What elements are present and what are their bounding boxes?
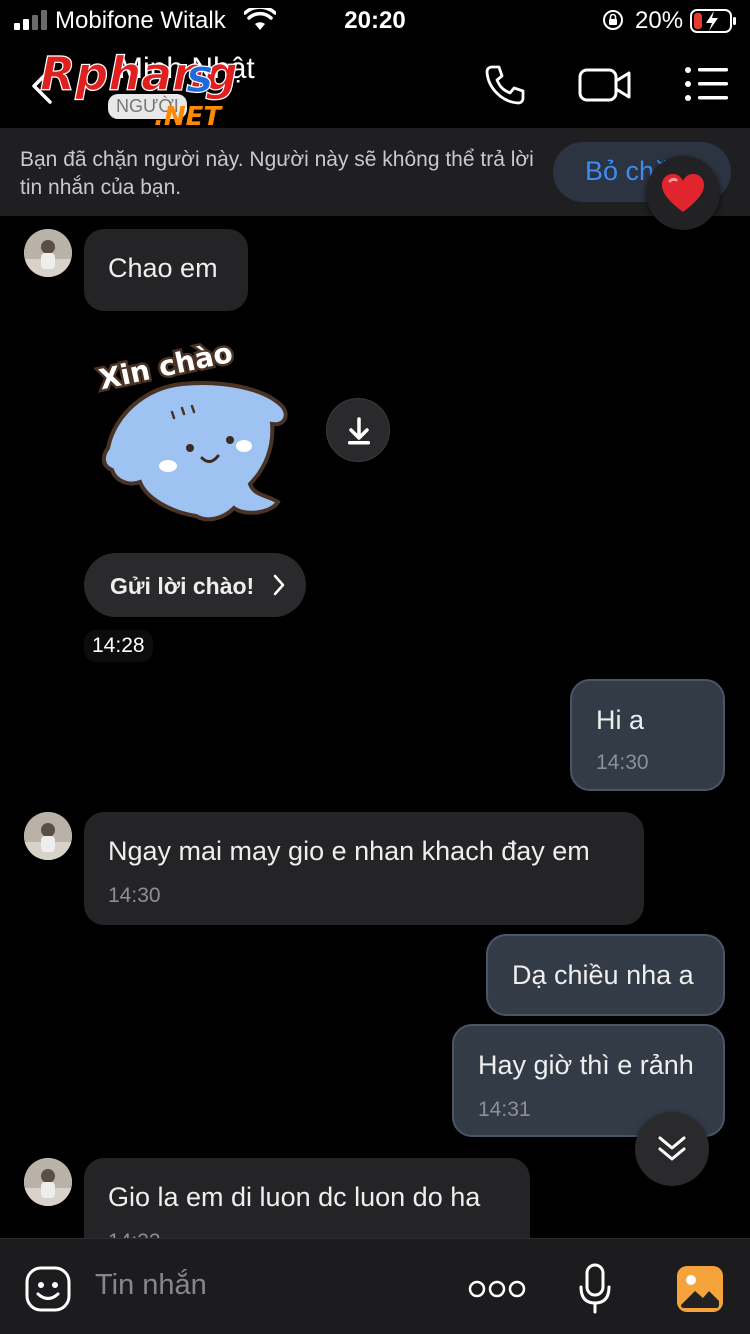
message-timestamp: 14:31 [478, 1098, 531, 1121]
video-call-icon[interactable] [578, 66, 632, 104]
more-options-icon[interactable] [468, 1279, 526, 1299]
outgoing-message[interactable]: Hi a 14:30 [570, 679, 725, 791]
greeting-label: Gửi lời chào! [110, 573, 255, 599]
message-text: Gio la em di luon dc luon do ha [108, 1182, 481, 1212]
message-text: Ngay mai may gio e nhan khach đay em [108, 836, 590, 866]
message-timestamp: 14:30 [596, 751, 649, 774]
heart-reaction-button[interactable] [646, 156, 720, 230]
battery-charging-icon [690, 9, 736, 33]
message-timestamp: 14:30 [108, 884, 161, 907]
sticker-emoji-icon[interactable] [24, 1265, 72, 1313]
message-text: Dạ chiều nha a [512, 960, 694, 990]
double-chevron-down-icon [658, 1136, 686, 1161]
status-bar: Mobifone Witalk 20:20 20% [0, 0, 750, 42]
avatar-photo [24, 1158, 72, 1206]
download-sticker-button[interactable] [326, 398, 390, 462]
incoming-message[interactable]: Ngay mai may gio e nhan khach đay em 14:… [84, 812, 644, 925]
svg-text:s: s [186, 50, 213, 103]
heart-icon [662, 174, 704, 212]
photo-gallery-icon[interactable] [676, 1265, 724, 1313]
message-time-chip: 14:28 [84, 630, 153, 662]
message-composer: Tin nhắn [0, 1238, 750, 1334]
svg-text:.NET: .NET [154, 102, 223, 130]
phone-call-icon[interactable] [484, 64, 526, 106]
avatar[interactable] [24, 229, 72, 277]
scroll-to-bottom-button[interactable] [635, 1112, 709, 1186]
message-input[interactable]: Tin nhắn [95, 1269, 207, 1302]
microphone-icon[interactable] [578, 1263, 612, 1315]
message-text: Hi a [596, 705, 645, 735]
site-watermark-logo: Rphang s .NET [39, 50, 238, 130]
send-greeting-button[interactable]: Gửi lời chào! [84, 553, 306, 617]
orientation-lock-icon [603, 10, 623, 30]
message-text: Chao em [108, 253, 218, 283]
outgoing-message[interactable]: Dạ chiều nha a [486, 934, 725, 1016]
chevron-right-icon [273, 574, 285, 596]
download-icon [348, 417, 370, 445]
blocked-message: Bạn đã chặn người này. Người này sẽ khôn… [20, 148, 534, 199]
blocked-banner: Bạn đã chặn người này. Người này sẽ khôn… [0, 128, 750, 216]
hello-sticker[interactable]: Xin chào [94, 336, 294, 526]
avatar[interactable] [24, 1158, 72, 1206]
avatar[interactable] [24, 812, 72, 860]
incoming-message[interactable]: Chao em [84, 229, 248, 311]
battery-percent: 20% [635, 7, 684, 34]
avatar-photo [24, 229, 72, 277]
list-menu-icon[interactable] [684, 66, 728, 102]
message-text: Hay giờ thì e rảnh [478, 1050, 694, 1080]
avatar-photo [24, 812, 72, 860]
